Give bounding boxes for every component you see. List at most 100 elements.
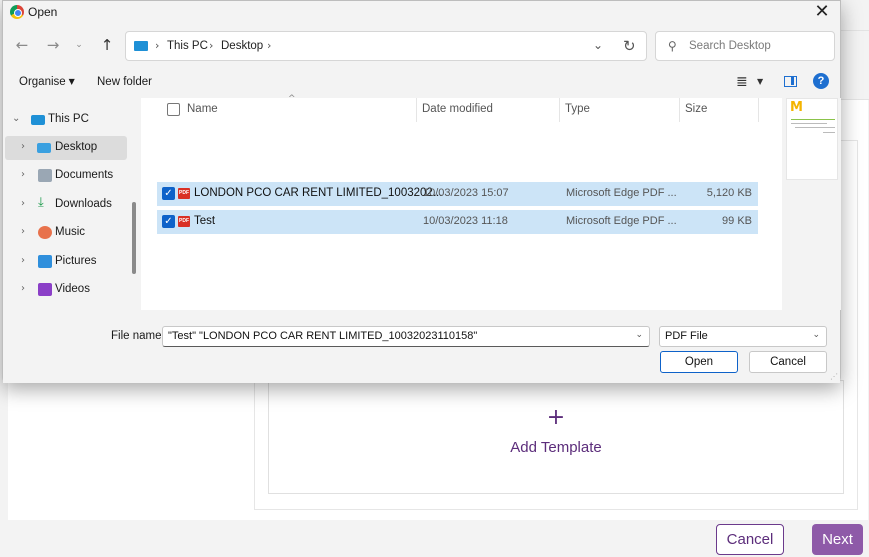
column-divider[interactable] xyxy=(758,98,759,122)
refresh-icon[interactable]: ↻ xyxy=(623,37,636,55)
tree-item-label: This PC xyxy=(48,113,89,125)
preview-line xyxy=(795,127,835,128)
organise-menu[interactable]: Organise ▼ xyxy=(19,76,75,88)
documents-icon xyxy=(38,169,52,182)
breadcrumb-this-pc[interactable]: This PC xyxy=(167,40,208,52)
chevron-right-icon[interactable]: › xyxy=(21,255,25,266)
this-pc-icon xyxy=(134,41,148,51)
search-box[interactable]: ⚲ xyxy=(655,31,835,61)
column-size[interactable]: Size xyxy=(685,103,707,115)
file-type: Microsoft Edge PDF ... xyxy=(566,187,677,199)
tree-item-label: Desktop xyxy=(55,141,98,153)
select-all-checkbox[interactable] xyxy=(167,103,180,116)
column-name[interactable]: Name xyxy=(187,103,218,115)
back-arrow-icon[interactable]: ← xyxy=(12,35,32,55)
resize-grip-icon[interactable]: ⋰ xyxy=(830,372,838,381)
file-name-input[interactable]: "Test" "LONDON PCO CAR RENT LIMITED_1003… xyxy=(162,326,650,347)
pdf-file-icon: PDF xyxy=(178,188,190,199)
file-name: LONDON PCO CAR RENT LIMITED_1003202... xyxy=(194,187,443,199)
tree-item-label: Documents xyxy=(55,169,114,181)
tree-item-downloads[interactable]: › ⤓ Downloads xyxy=(5,193,127,217)
preview-pane-icon[interactable] xyxy=(784,76,797,87)
tree-item-label: Pictures xyxy=(55,255,97,267)
file-date: 10/03/2023 15:07 xyxy=(423,187,509,199)
navigation-tree: ⌄ This PC › Desktop › Documents › ⤓ Down… xyxy=(3,98,141,310)
pictures-icon xyxy=(38,255,52,268)
add-template-button[interactable]: + Add Template xyxy=(268,380,844,494)
preview-line xyxy=(823,132,835,133)
downloads-icon: ⤓ xyxy=(38,195,44,210)
mcdonalds-logo-icon: M xyxy=(790,100,803,115)
chevron-down-icon[interactable]: ⌄ xyxy=(635,330,643,340)
file-name-value: "Test" "LONDON PCO CAR RENT LIMITED_1003… xyxy=(168,330,478,342)
chevron-right-icon[interactable]: › xyxy=(21,169,25,180)
address-dropdown-icon[interactable]: ⌄ xyxy=(593,38,603,52)
breadcrumb-separator-icon: › xyxy=(209,39,214,52)
tree-item-label: Videos xyxy=(55,283,90,295)
preview-line xyxy=(791,123,827,124)
dialog-title: Open xyxy=(28,5,58,19)
dialog-cancel-button[interactable]: Cancel xyxy=(749,351,827,373)
open-button[interactable]: Open xyxy=(660,351,738,373)
file-date: 10/03/2023 11:18 xyxy=(423,215,508,227)
videos-icon xyxy=(38,283,52,296)
column-divider[interactable] xyxy=(559,98,560,122)
column-divider[interactable] xyxy=(416,98,417,122)
preview-line xyxy=(791,119,835,120)
dialog-footer: File name: "Test" "LONDON PCO CAR RENT L… xyxy=(3,311,840,383)
preview-pane: M xyxy=(783,98,841,310)
close-icon[interactable]: ✕ xyxy=(812,2,832,22)
chevron-right-icon[interactable]: › xyxy=(21,141,25,152)
tree-item-label: Downloads xyxy=(55,198,112,210)
help-icon[interactable]: ? xyxy=(813,73,829,89)
tree-scrollbar[interactable] xyxy=(132,202,136,274)
computer-icon xyxy=(31,115,45,125)
view-options-icon[interactable]: ≣ xyxy=(736,74,748,90)
chevron-down-icon[interactable]: ⌄ xyxy=(12,113,20,124)
column-type[interactable]: Type xyxy=(565,103,590,115)
document-preview-thumbnail: M xyxy=(786,98,838,180)
row-checkbox-checked[interactable]: ✓ xyxy=(162,215,175,228)
tree-item-pictures[interactable]: › Pictures xyxy=(5,250,127,274)
row-checkbox-checked[interactable]: ✓ xyxy=(162,187,175,200)
add-template-label: Add Template xyxy=(510,439,602,456)
caret-down-icon[interactable]: ▼ xyxy=(757,77,763,86)
title-bar: Open ✕ xyxy=(3,1,840,25)
open-file-dialog: Open ✕ ← → ⌄ ↑ › This PC › Desktop › ⌄ ↻… xyxy=(2,0,841,383)
file-row[interactable]: ✓ PDF LONDON PCO CAR RENT LIMITED_100320… xyxy=(157,182,758,206)
sort-ascending-icon: ^ xyxy=(288,94,296,104)
background-header-lines xyxy=(839,30,869,100)
command-bar: Organise ▼ New folder ≣ ▼ ? xyxy=(3,69,840,97)
recent-locations-chevron-icon[interactable]: ⌄ xyxy=(69,35,89,55)
file-row[interactable]: ✓ PDF Test 10/03/2023 11:18 Microsoft Ed… xyxy=(157,210,758,234)
column-date-modified[interactable]: Date modified xyxy=(422,103,493,115)
new-folder-button[interactable]: New folder xyxy=(97,76,152,88)
chevron-right-icon[interactable]: › xyxy=(21,283,25,294)
breadcrumb-desktop[interactable]: Desktop xyxy=(221,40,263,52)
cancel-button[interactable]: Cancel xyxy=(716,524,784,555)
tree-item-videos[interactable]: › Videos xyxy=(5,278,127,302)
tree-item-music[interactable]: › Music xyxy=(5,221,127,245)
column-divider[interactable] xyxy=(679,98,680,122)
file-size: 5,120 KB xyxy=(706,187,752,199)
navigation-bar: ← → ⌄ ↑ › This PC › Desktop › ⌄ ↻ ⚲ xyxy=(3,29,840,63)
file-type: Microsoft Edge PDF ... xyxy=(566,215,677,227)
up-arrow-icon[interactable]: ↑ xyxy=(97,35,117,55)
breadcrumb-separator-icon: › xyxy=(155,39,160,52)
address-bar[interactable]: › This PC › Desktop › ⌄ ↻ xyxy=(125,31,647,61)
caret-down-icon: ▼ xyxy=(68,77,75,86)
search-input[interactable] xyxy=(689,38,829,54)
search-icon: ⚲ xyxy=(668,39,677,53)
tree-item-desktop[interactable]: › Desktop xyxy=(5,136,127,160)
tree-item-documents[interactable]: › Documents xyxy=(5,164,127,188)
file-type-select[interactable]: PDF File ⌄ xyxy=(659,326,827,347)
chevron-right-icon[interactable]: › xyxy=(21,198,25,209)
chrome-icon xyxy=(10,5,24,19)
tree-item-this-pc[interactable]: ⌄ This PC xyxy=(5,108,127,132)
forward-arrow-icon[interactable]: → xyxy=(43,35,63,55)
file-type-value: PDF File xyxy=(665,330,708,342)
organise-label: Organise xyxy=(19,76,66,88)
chevron-right-icon[interactable]: › xyxy=(21,226,25,237)
next-button[interactable]: Next xyxy=(812,524,863,555)
plus-icon: + xyxy=(546,405,566,430)
